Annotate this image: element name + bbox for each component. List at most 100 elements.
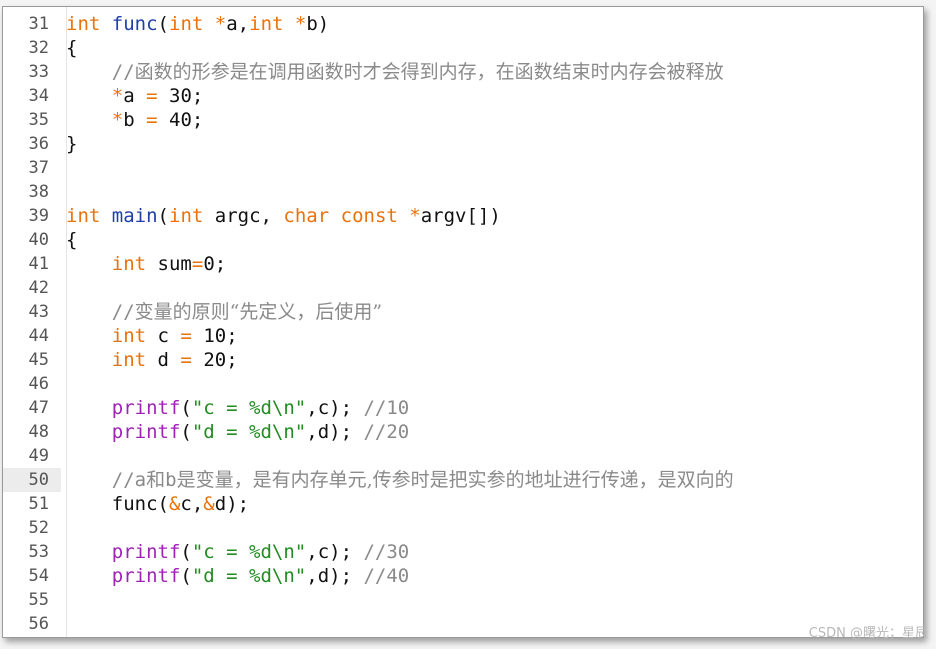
- code-line[interactable]: 42: [3, 276, 923, 300]
- code-text: {: [66, 228, 77, 252]
- code-line[interactable]: 33 //函数的形参是在调用函数时才会得到内存，在函数结束时内存会被释放: [3, 60, 923, 84]
- code-line[interactable]: 32 {: [3, 36, 923, 60]
- code-token: int: [249, 13, 284, 35]
- code-line[interactable]: 44 int c = 10;: [3, 324, 923, 348]
- code-token: c: [146, 325, 181, 347]
- code-line[interactable]: 43 //变量的原则“先定义，后使用”: [3, 300, 923, 324]
- code-token: {: [66, 229, 78, 251]
- code-line[interactable]: 41 int sum=0;: [3, 252, 923, 276]
- code-lines[interactable]: 31 int func(int *a,int *b) 32{33 //函数的形参是在…: [3, 12, 923, 636]
- code-token: 0;: [203, 253, 227, 275]
- line-number: 44: [28, 326, 49, 346]
- line-number: 55: [28, 590, 49, 610]
- code-token: //20: [363, 421, 410, 443]
- code-token: printf: [111, 421, 181, 443]
- code-token: 和: [146, 469, 166, 491]
- code-token: 40;: [157, 109, 204, 131]
- line-number: 53: [28, 542, 49, 562]
- line-number: 37: [28, 158, 49, 178]
- code-editor-panel: 31 int func(int *a,int *b) 32{33 //函数的形参是在…: [2, 6, 924, 638]
- code-text: //变量的原则“先定义，后使用”: [66, 300, 382, 324]
- code-text: printf("c = %d\n",c); //10: [66, 396, 409, 420]
- line-number: 34: [28, 86, 49, 106]
- code-token: func: [111, 13, 158, 35]
- code-token: *: [294, 13, 307, 35]
- code-line[interactable]: 47 printf("c = %d\n",c); //10: [3, 396, 923, 420]
- code-token: a,: [226, 13, 250, 35]
- code-token: *: [111, 85, 124, 107]
- code-line[interactable]: 35 *b = 40;: [3, 108, 923, 132]
- code-text: printf("c = %d\n",c); //30: [66, 540, 409, 564]
- code-token: printf: [111, 565, 181, 587]
- code-text: int main(int argc, char const *argv[]): [66, 204, 501, 228]
- code-token: (: [180, 541, 192, 563]
- code-token: d);: [214, 493, 250, 515]
- code-token: (: [157, 205, 169, 227]
- code-token: =: [146, 109, 158, 131]
- code-token: a: [123, 85, 147, 107]
- code-token: d: [146, 349, 181, 371]
- code-text: int sum=0;: [66, 252, 226, 276]
- code-line[interactable]: 38: [3, 180, 923, 204]
- code-token: ,d);: [306, 565, 364, 587]
- code-token: int: [169, 13, 204, 35]
- code-token: //30: [363, 541, 410, 563]
- code-token: "d = %d\n": [191, 421, 307, 443]
- code-line[interactable]: 55: [3, 588, 923, 612]
- code-line[interactable]: 51 func(&c,&d);: [3, 492, 923, 516]
- code-line[interactable]: 52: [3, 516, 923, 540]
- code-token: 变量的原则“先定义，后使用”: [134, 301, 383, 323]
- code-line[interactable]: 56: [3, 612, 923, 636]
- code-line[interactable]: 36}: [3, 132, 923, 156]
- code-token: *: [409, 205, 421, 227]
- code-line[interactable]: 46: [3, 372, 923, 396]
- watermark: CSDN @曙光；星辰: [808, 626, 928, 641]
- code-token: c,: [180, 493, 204, 515]
- line-number: 48: [28, 422, 49, 442]
- code-token: 30;: [157, 85, 204, 107]
- code-token: =: [180, 349, 192, 371]
- code-line[interactable]: 54 printf("d = %d\n",d); //40: [3, 564, 923, 588]
- code-token: (: [180, 397, 192, 419]
- code-text: *b = 40;: [66, 108, 204, 132]
- code-token: (: [157, 13, 169, 35]
- code-line[interactable]: 50 //a和b是变量，是有内存单元,传参时是把实参的地址进行传递，是双向的: [3, 468, 923, 492]
- code-line[interactable]: 31 int func(int *a,int *b): [3, 12, 923, 36]
- code-token: sum: [146, 253, 192, 275]
- code-token: int: [111, 349, 147, 371]
- code-line[interactable]: 37: [3, 156, 923, 180]
- code-token: =: [180, 325, 192, 347]
- code-text: *a = 30;: [66, 84, 204, 108]
- code-line[interactable]: 39 int main(int argc, char const *argv[]): [3, 204, 923, 228]
- code-line[interactable]: 34 *a = 30;: [3, 84, 923, 108]
- code-text: printf("d = %d\n",d); //20: [66, 420, 409, 444]
- code-token: ,c);: [306, 541, 364, 563]
- line-number: 33: [28, 62, 49, 82]
- code-token: int: [169, 205, 204, 227]
- code-line[interactable]: 49: [3, 444, 923, 468]
- code-line[interactable]: 45 int d = 20;: [3, 348, 923, 372]
- line-number: 40: [28, 230, 49, 250]
- code-token: (: [180, 565, 192, 587]
- code-token: //: [111, 61, 135, 83]
- code-token: main: [111, 205, 158, 227]
- code-line[interactable]: 40 {: [3, 228, 923, 252]
- code-token: 10;: [191, 325, 238, 347]
- code-token: 是变量，是有内存单元,传参时是把实参的地址进行传递，是双向的: [176, 469, 734, 491]
- code-text: {: [66, 36, 77, 60]
- code-token: *: [111, 109, 124, 131]
- code-token: int: [66, 13, 101, 35]
- code-line[interactable]: 48 printf("d = %d\n",d); //20: [3, 420, 923, 444]
- code-line[interactable]: 53 printf("c = %d\n",c); //30: [3, 540, 923, 564]
- code-token: =: [191, 253, 204, 275]
